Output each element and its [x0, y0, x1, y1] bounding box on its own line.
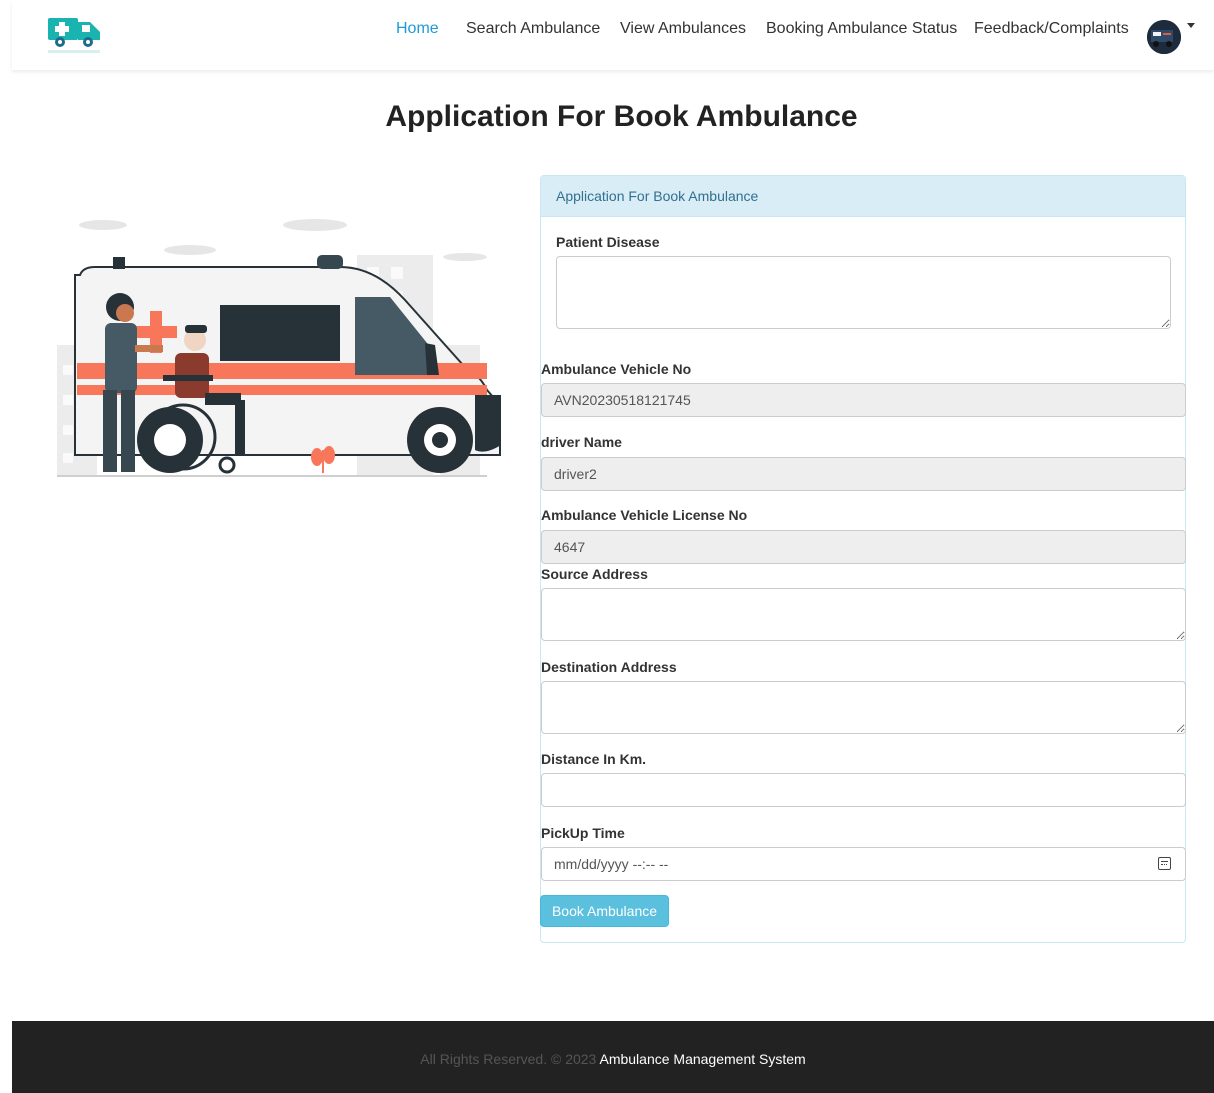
pickup-time-placeholder: mm/dd/yyyy --:-- -- [554, 856, 669, 872]
license-no-value: 4647 [554, 539, 586, 555]
source-address-label: Source Address [541, 566, 648, 582]
driver-name-field: driver2 [541, 457, 1186, 491]
user-avatar-icon[interactable] [1147, 20, 1181, 54]
page-title: Application For Book Ambulance [385, 100, 858, 133]
footer-brand[interactable]: Ambulance Management System [599, 1051, 805, 1067]
distance-input[interactable] [541, 773, 1186, 807]
license-no-field: 4647 [541, 530, 1186, 564]
chevron-down-icon[interactable] [1187, 23, 1195, 28]
pickup-time-label: PickUp Time [541, 825, 625, 841]
calendar-icon[interactable] [1158, 857, 1171, 870]
form-header: Application For Book Ambulance [541, 176, 1185, 217]
vehicle-no-field: AVN20230518121745 [541, 383, 1186, 417]
driver-name-label: driver Name [541, 434, 622, 450]
footer: All Rights Reserved. © 2023 Ambulance Ma… [12, 1021, 1214, 1093]
nav-home[interactable]: Home [396, 20, 439, 38]
nav-search-ambulance[interactable]: Search Ambulance [466, 20, 600, 38]
vehicle-no-label: Ambulance Vehicle No [541, 361, 692, 377]
ambulance-illustration [55, 205, 505, 485]
nav-booking-status[interactable]: Booking Ambulance Status [766, 20, 957, 38]
patient-disease-input[interactable] [556, 256, 1171, 329]
pickup-time-input[interactable]: mm/dd/yyyy --:-- -- [541, 847, 1186, 881]
vehicle-no-value: AVN20230518121745 [554, 392, 691, 408]
patient-disease-label: Patient Disease [556, 234, 660, 250]
distance-label: Distance In Km. [541, 751, 647, 767]
nav-view-ambulances[interactable]: View Ambulances [620, 20, 746, 38]
footer-rights: All Rights Reserved. © 2023 [420, 1051, 597, 1067]
nav-feedback-complaints[interactable]: Feedback/Complaints [974, 20, 1129, 38]
ambulance-logo-icon[interactable] [46, 12, 102, 56]
book-ambulance-button[interactable]: Book Ambulance [540, 895, 669, 927]
license-no-label: Ambulance Vehicle License No [541, 507, 748, 523]
source-address-input[interactable] [541, 588, 1186, 641]
top-navbar: Home Search Ambulance View Ambulances Bo… [12, 0, 1214, 70]
destination-address-input[interactable] [541, 681, 1186, 734]
driver-name-value: driver2 [554, 466, 597, 482]
destination-address-label: Destination Address [541, 659, 677, 675]
